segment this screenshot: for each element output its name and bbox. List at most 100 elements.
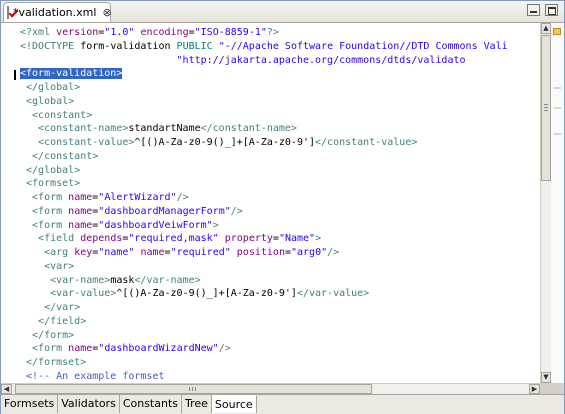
code-line[interactable]: "http://jakarta.apache.org/commons/dtds/… [20, 54, 540, 68]
scroll-right-button[interactable]: ▶ [529, 384, 540, 394]
code-token: <form [20, 343, 69, 355]
scrollbar-corner [540, 383, 564, 394]
scroll-up-button[interactable]: ▲ [541, 23, 551, 34]
code-line[interactable]: </form> [20, 329, 540, 343]
code-token: <form-validation> [20, 68, 123, 80]
code-line[interactable]: <form name="dashboardWizardNew"/> [20, 342, 540, 356]
code-token: </formset> [20, 357, 87, 368]
code-token: <!DOCTYPE [20, 40, 81, 52]
code-line[interactable]: <var> [20, 260, 540, 274]
overview-marker[interactable] [553, 28, 561, 35]
code-line[interactable]: <!DOCTYPE form-validation PUBLIC "-//Apa… [20, 40, 540, 54]
code-line[interactable]: <field depends="required,mask" property=… [20, 232, 540, 246]
editor-tab-bar: *validation.xml ⊗ [1, 1, 564, 23]
code-line[interactable]: <form name="dashboardManagerForm"/> [20, 205, 540, 219]
overview-tick [554, 107, 561, 109]
code-line[interactable]: <global> [20, 95, 540, 109]
code-token: "name" [98, 247, 141, 258]
code-token: </var> [20, 302, 81, 313]
code-line[interactable]: <form name="dashboardVeiwForm"> [20, 219, 540, 233]
code-token: <var-name> [20, 274, 111, 286]
scroll-left-button[interactable]: ◀ [1, 384, 12, 394]
code-line[interactable]: <!-- An example formset [20, 370, 540, 382]
overview-tick [554, 133, 561, 135]
minimize-icon[interactable] [527, 4, 540, 16]
xml-editor-window: *validation.xml ⊗ <?xml version="1.0" en… [0, 0, 565, 414]
code-line[interactable]: <?xml version="1.0" encoding="ISO-8859-1… [20, 26, 540, 40]
code-line[interactable]: <constant-value>^[()A-Za-z0-9()_]+[A-Za-… [20, 136, 540, 150]
code-token: mask [110, 274, 135, 286]
tab-constants[interactable]: Constants [119, 395, 182, 413]
code-token: depends [80, 233, 123, 245]
code-token: "arg0" [291, 247, 328, 258]
vertical-ruler [1, 23, 15, 383]
editor-tab[interactable]: *validation.xml ⊗ [3, 2, 112, 22]
change-marker [14, 70, 16, 80]
code-token: /> [327, 247, 340, 258]
horizontal-scroll-thumb[interactable] [15, 384, 372, 394]
close-tab-icon[interactable]: ⊗ [102, 7, 111, 18]
code-token: "Name" [278, 233, 316, 245]
code-area[interactable]: <?xml version="1.0" encoding="ISO-8859-1… [20, 26, 540, 382]
code-token: name [68, 219, 93, 231]
code-line[interactable]: <arg key="name" name="required" position… [20, 246, 540, 260]
code-token: ^[()A-Za-z0-9()_]+[A-Za-z0-9'] [134, 137, 316, 148]
tab-tree[interactable]: Tree [182, 395, 212, 413]
code-token: <form [20, 192, 69, 203]
code-token: "-//Apache Software Foundation//DTD Comm… [218, 40, 508, 52]
code-token: <?xml [20, 27, 57, 38]
vertical-scrollbar[interactable]: ▲ ▼ [540, 23, 551, 383]
xml-file-icon [7, 6, 9, 19]
vertical-scroll-thumb[interactable] [541, 35, 551, 181]
code-line[interactable]: <form-validation> [20, 67, 540, 81]
code-token: "dashboardVeiwForm" [98, 219, 213, 231]
overview-ruler[interactable] [551, 23, 564, 383]
code-token: name [68, 192, 93, 203]
code-token: </constant-name> [200, 123, 297, 135]
code-token: ^[()A-Za-z0-9()_]+[A-Za-z0-9'] [116, 288, 297, 300]
code-line[interactable]: <var-value>^[()A-Za-z0-9()_]+[A-Za-z0-9'… [20, 287, 540, 301]
code-token: "AlertWizard" [98, 192, 177, 203]
tab-validators[interactable]: Validators [58, 395, 120, 413]
code-token: property [224, 233, 273, 245]
code-token: form-validation [80, 40, 177, 52]
code-token: <!-- An example formset [20, 370, 165, 382]
code-token: "ISO-8859-1" [194, 27, 267, 38]
code-line[interactable]: <constant-name>standartName</constant-na… [20, 122, 540, 136]
code-token: <constant-value> [20, 137, 135, 148]
tab-source[interactable]: Source [211, 395, 257, 413]
page-tabs: Formsets Validators Constants Tree Source [1, 394, 564, 414]
code-token: key [74, 247, 93, 258]
code-line[interactable]: </field> [20, 315, 540, 329]
scroll-down-button[interactable]: ▼ [541, 372, 551, 383]
code-token: "required,mask" [128, 233, 225, 245]
code-line[interactable]: </constant> [20, 150, 540, 164]
code-token: encoding [140, 27, 189, 38]
code-token: </var-name> [134, 274, 201, 286]
maximize-icon[interactable] [545, 4, 558, 16]
code-token: <constant-name> [20, 123, 129, 135]
code-token: <constant> [20, 109, 93, 121]
code-token: </global> [20, 82, 81, 93]
code-token: "dashboardWizardNew" [98, 343, 219, 355]
code-token: <global> [20, 95, 75, 107]
code-line[interactable]: </formset> [20, 356, 540, 370]
code-token: position [236, 247, 285, 258]
source-editor[interactable]: <?xml version="1.0" encoding="ISO-8859-1… [1, 23, 564, 394]
code-line[interactable]: </var> [20, 301, 540, 315]
code-token: <field [20, 233, 81, 245]
code-line[interactable]: </global> [20, 81, 540, 95]
code-token: name [68, 343, 93, 355]
code-line[interactable]: <var-name>mask</var-name> [20, 274, 540, 288]
code-line[interactable]: </global> [20, 164, 540, 178]
code-line[interactable]: <form name="AlertWizard"/> [20, 191, 540, 205]
code-token: /> [176, 192, 189, 203]
code-token: </constant-value> [315, 137, 418, 148]
code-token: <var-value> [20, 288, 117, 300]
code-line[interactable]: <formset> [20, 177, 540, 191]
tab-formsets[interactable]: Formsets [1, 395, 59, 413]
code-token: <arg [20, 247, 75, 258]
code-line[interactable]: <constant> [20, 109, 540, 123]
horizontal-scrollbar[interactable]: ◀ ▶ [1, 383, 540, 394]
code-token: </form> [20, 329, 75, 341]
